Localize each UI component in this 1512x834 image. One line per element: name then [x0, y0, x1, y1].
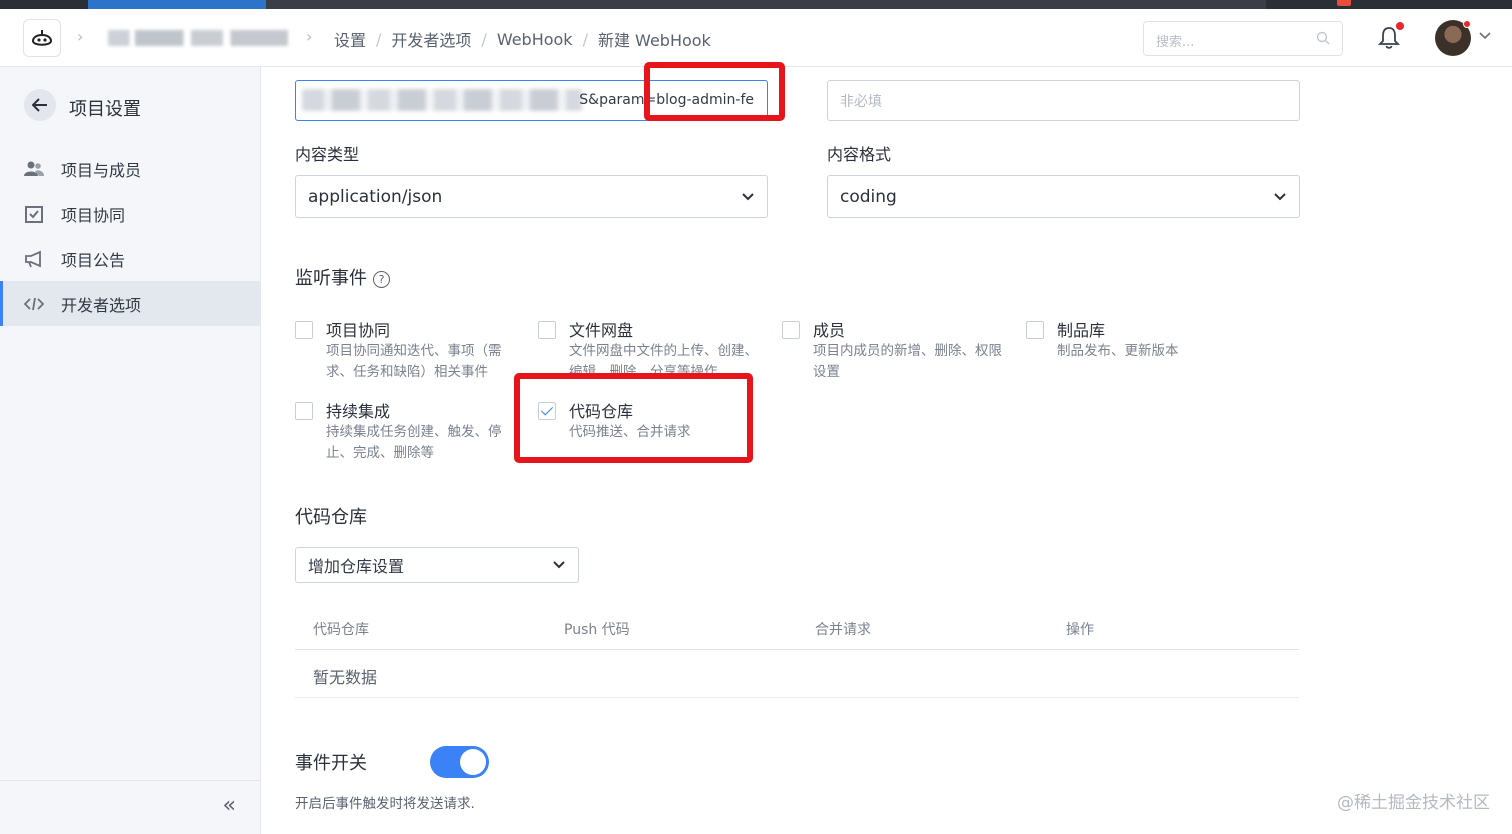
sidebar-item-label: 项目协同 [61, 205, 126, 225]
arrow-left-icon [32, 98, 47, 112]
empty-state: 暂无数据 [313, 668, 378, 687]
highlight-box-repo-event [514, 373, 753, 463]
sidebar-item-announcement[interactable]: 项目公告 [0, 236, 260, 281]
event-name: 成员 [813, 321, 846, 340]
avatar-dot [1463, 20, 1471, 28]
column-header: 合并请求 [815, 622, 871, 638]
content-format-value: coding [840, 186, 897, 207]
repo-table: 代码仓库 Push 代码 合并请求 操作 暂无数据 [295, 607, 1299, 698]
search-input[interactable]: 搜索... [1143, 21, 1343, 56]
app-logo[interactable] [23, 19, 61, 57]
add-repo-select[interactable]: 增加仓库设置 [295, 547, 579, 583]
event-switch-hint: 开启后事件触发时将发送请求. [295, 796, 475, 812]
events-title: 监听事件? [295, 264, 390, 290]
checkbox[interactable] [538, 321, 556, 339]
logo-icon [31, 30, 53, 46]
breadcrumb-current: 新建 WebHook [597, 31, 711, 50]
event-name: 项目协同 [326, 321, 391, 340]
event-desc: 项目协同通知迭代、事项（需求、任务和缺陷）相关事件 [326, 343, 502, 380]
task-check-icon [24, 204, 44, 224]
content-type-select[interactable]: application/json [295, 175, 768, 218]
sidebar-title: 项目设置 [69, 99, 141, 120]
members-icon [24, 159, 44, 179]
event-name: 制品库 [1057, 321, 1106, 340]
sidebar: 项目设置 项目与成员 项目协同 项目公告 开发者选项 « [0, 67, 261, 834]
chevron-right-icon: › [306, 27, 313, 46]
highlight-box-url [644, 62, 785, 121]
breadcrumb-settings[interactable]: 设置 [334, 27, 366, 51]
event-desc: 制品发布、更新版本 [1057, 343, 1179, 359]
main-content: S&param=blog-admin-fe 非必填 内容类型 applicati… [261, 62, 1512, 834]
content-type-label: 内容类型 [295, 145, 360, 164]
breadcrumb-webhook[interactable]: WebHook [497, 30, 573, 49]
event-desc: 项目内成员的新增、删除、权限设置 [813, 343, 1002, 380]
column-header: 代码仓库 [313, 622, 369, 638]
breadcrumb-divider: / [481, 29, 487, 49]
event-toggle[interactable] [430, 746, 489, 778]
code-icon [24, 294, 44, 314]
table-row: 暂无数据 [295, 650, 1299, 698]
event-name: 持续集成 [326, 402, 391, 421]
checkbox[interactable] [295, 321, 313, 339]
sidebar-item-label: 开发者选项 [61, 295, 142, 315]
chevron-down-icon[interactable] [1479, 31, 1491, 41]
sidebar-item-developer[interactable]: 开发者选项 [0, 281, 260, 326]
search-icon [1316, 31, 1330, 45]
content-type-value: application/json [308, 186, 443, 207]
events-title-text: 监听事件 [295, 268, 367, 289]
notification-bell-icon[interactable] [1377, 22, 1404, 54]
chevron-right-icon: › [77, 27, 84, 46]
secret-placeholder: 非必填 [840, 93, 882, 110]
chevron-down-icon [1274, 192, 1286, 200]
secret-field[interactable]: 非必填 [827, 80, 1300, 121]
repo-section-title: 代码仓库 [295, 507, 367, 528]
content-format-label: 内容格式 [827, 145, 892, 164]
event-desc: 持续集成任务创建、触发、停止、完成、删除等 [326, 424, 502, 461]
event-switch-label: 事件开关 [295, 753, 367, 774]
table-header: 代码仓库 Push 代码 合并请求 操作 [295, 607, 1299, 650]
column-header: 操作 [1066, 622, 1094, 638]
chevron-down-icon [553, 561, 565, 569]
search-placeholder: 搜索... [1156, 35, 1195, 50]
breadcrumb-divider: / [582, 29, 588, 49]
help-icon[interactable]: ? [373, 271, 390, 288]
back-button[interactable] [24, 89, 56, 121]
chevron-down-icon [742, 192, 754, 200]
sidebar-item-members[interactable]: 项目与成员 [0, 146, 260, 191]
breadcrumb: 设置 / 开发者选项 / WebHook / 新建 WebHook [334, 27, 711, 51]
sidebar-item-label: 项目公告 [61, 250, 126, 270]
url-blurred-part [302, 89, 582, 111]
megaphone-icon [24, 249, 44, 269]
checkbox[interactable] [295, 402, 313, 420]
active-tab-indicator [88, 0, 266, 9]
breadcrumb-divider: / [376, 29, 382, 49]
event-name: 文件网盘 [569, 321, 634, 340]
browser-top-strip [0, 0, 1512, 9]
breadcrumb-developer[interactable]: 开发者选项 [391, 27, 471, 51]
collapse-icon[interactable]: « [223, 793, 236, 818]
sidebar-item-collab[interactable]: 项目协同 [0, 191, 260, 236]
notification-dot [1396, 22, 1404, 30]
tab-badge [1337, 0, 1351, 6]
project-name-blurred[interactable] [108, 30, 288, 46]
checkbox[interactable] [782, 321, 800, 339]
sidebar-item-label: 项目与成员 [61, 160, 142, 180]
add-repo-label: 增加仓库设置 [308, 557, 405, 576]
content-format-select[interactable]: coding [827, 175, 1300, 218]
tab-bar [266, 0, 1266, 9]
checkbox[interactable] [1026, 321, 1044, 339]
watermark: @稀土掘金技术社区 [1337, 793, 1490, 813]
sidebar-collapse: « [0, 780, 260, 834]
column-header: Push 代码 [564, 622, 630, 638]
top-header: › › 设置 / 开发者选项 / WebHook / 新建 WebHook 搜索… [0, 9, 1512, 67]
user-avatar[interactable] [1435, 20, 1471, 56]
